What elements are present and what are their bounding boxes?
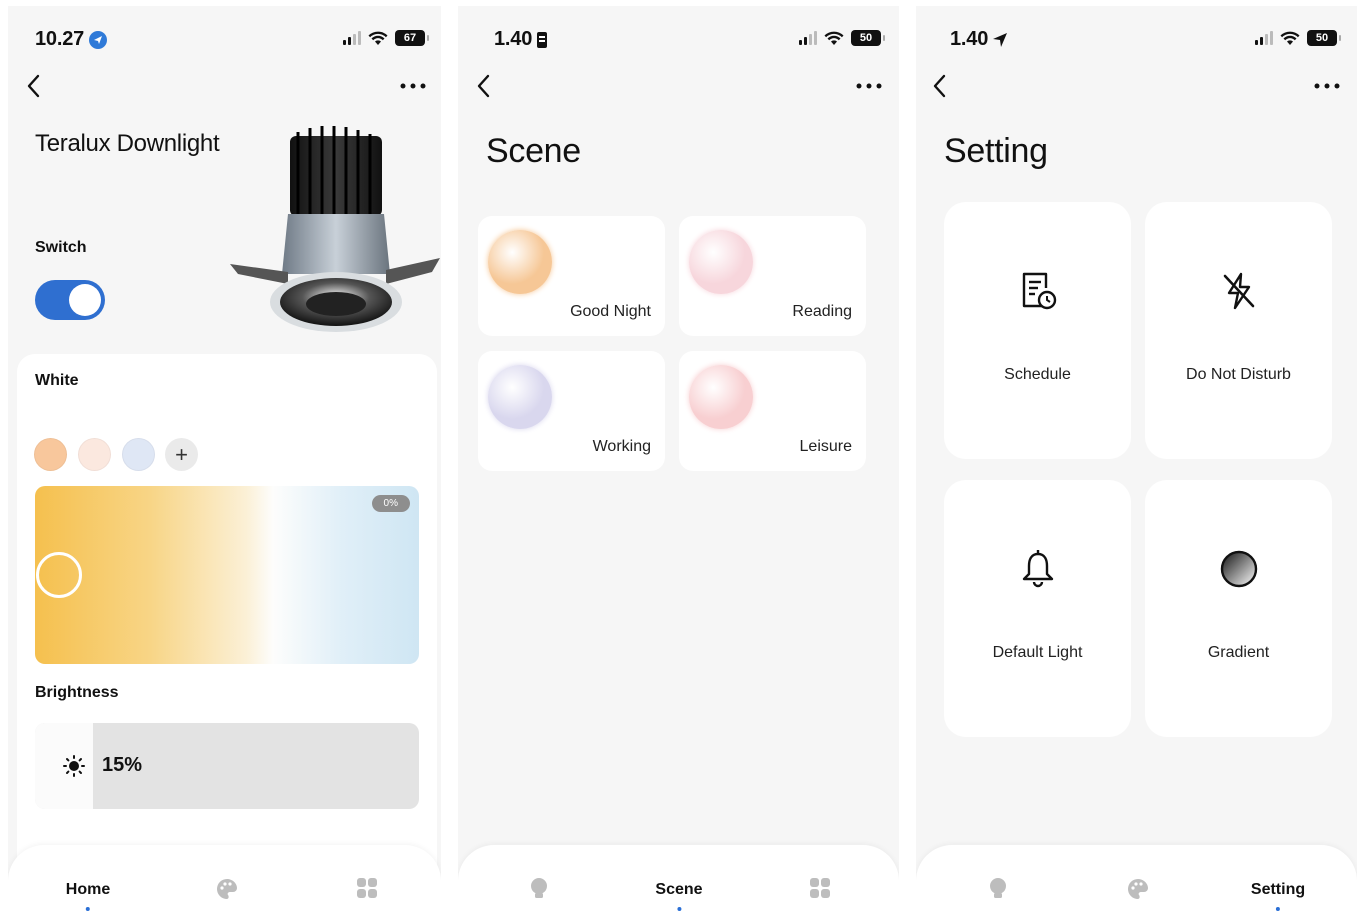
setting-card-do-not-disturb[interactable]: Do Not Disturb bbox=[1145, 202, 1332, 459]
preset-color-1[interactable] bbox=[34, 438, 67, 471]
battery-icon: 50 bbox=[1307, 30, 1341, 46]
battery-icon: 50 bbox=[851, 30, 885, 46]
status-time: 1.40 bbox=[494, 28, 548, 51]
active-tab-indicator bbox=[676, 907, 681, 911]
scene-orb bbox=[488, 365, 552, 429]
more-icon[interactable] bbox=[1313, 74, 1341, 98]
scene-card-working[interactable]: Working bbox=[478, 351, 665, 471]
bell-icon bbox=[1022, 550, 1053, 588]
brightness-value: 15% bbox=[102, 754, 143, 776]
scene-card-reading[interactable]: Reading bbox=[679, 216, 866, 336]
status-bar: 10.27 67 bbox=[8, 26, 441, 52]
page-title: Setting bbox=[944, 132, 1048, 170]
schedule-icon bbox=[1022, 272, 1056, 310]
tab-bar: Scene bbox=[458, 845, 899, 915]
gradient-icon bbox=[1220, 550, 1257, 588]
back-icon[interactable] bbox=[22, 72, 46, 100]
scene-label: Reading bbox=[792, 303, 852, 320]
setting-screen: 1.40 50 Setting Schedule Do Not Disturb bbox=[916, 6, 1357, 915]
power-toggle[interactable] bbox=[35, 280, 105, 320]
active-tab-indicator bbox=[85, 907, 90, 911]
home-screen: 10.27 67 Teralux Downlight Switch White … bbox=[8, 6, 441, 915]
setting-label: Default Light bbox=[992, 644, 1083, 661]
scene-orb bbox=[689, 230, 753, 294]
switch-label: Switch bbox=[35, 239, 87, 256]
wifi-icon bbox=[1280, 31, 1300, 45]
no-disturb-icon bbox=[1223, 272, 1254, 310]
add-preset-button[interactable]: + bbox=[165, 438, 198, 471]
bulb-icon bbox=[531, 878, 547, 898]
grid-icon bbox=[810, 878, 830, 898]
palette-icon bbox=[217, 879, 237, 899]
scene-screen: 1.40 50 Scene Good Night Reading Working… bbox=[458, 6, 899, 915]
battery-icon: 67 bbox=[395, 30, 429, 46]
more-icon[interactable] bbox=[399, 74, 427, 98]
color-temperature-picker[interactable]: 0% bbox=[35, 486, 419, 664]
tab-home[interactable]: Home bbox=[66, 881, 110, 911]
signal-icon bbox=[343, 31, 361, 45]
bulb-icon bbox=[990, 878, 1006, 898]
scene-orb bbox=[488, 230, 552, 294]
tab-home[interactable] bbox=[529, 877, 549, 901]
device-title: Teralux Downlight bbox=[35, 130, 220, 157]
back-icon[interactable] bbox=[472, 72, 496, 100]
setting-label: Schedule bbox=[1004, 366, 1071, 383]
downlight-product-image bbox=[230, 126, 440, 332]
setting-card-gradient[interactable]: Gradient bbox=[1145, 480, 1332, 737]
wifi-icon bbox=[368, 31, 388, 45]
id-badge-icon bbox=[537, 31, 548, 48]
tab-setting[interactable] bbox=[356, 877, 378, 899]
back-icon[interactable] bbox=[928, 72, 952, 100]
status-time: 1.40 bbox=[950, 28, 1008, 51]
status-bar: 1.40 50 bbox=[916, 26, 1357, 52]
tab-setting[interactable] bbox=[809, 877, 831, 899]
location-arrow-icon bbox=[993, 32, 1008, 47]
status-bar: 1.40 50 bbox=[458, 26, 899, 52]
active-tab-indicator bbox=[1276, 907, 1280, 911]
scene-card-good-night[interactable]: Good Night bbox=[478, 216, 665, 336]
brightness-label: Brightness bbox=[35, 684, 119, 701]
palette-icon bbox=[1128, 879, 1148, 899]
setting-label: Do Not Disturb bbox=[1186, 366, 1291, 383]
preset-color-3[interactable] bbox=[122, 438, 155, 471]
white-label: White bbox=[35, 372, 79, 389]
grid-icon bbox=[357, 878, 377, 898]
tab-scene[interactable] bbox=[215, 877, 239, 901]
tab-scene[interactable]: Scene bbox=[655, 881, 703, 911]
scene-orb bbox=[689, 365, 753, 429]
color-picker-handle[interactable] bbox=[36, 552, 82, 598]
page-title: Scene bbox=[486, 132, 581, 170]
setting-label: Gradient bbox=[1207, 644, 1270, 661]
scene-label: Working bbox=[592, 438, 651, 455]
tab-scene[interactable] bbox=[1126, 877, 1150, 901]
scene-label: Leisure bbox=[799, 438, 852, 455]
scene-card-leisure[interactable]: Leisure bbox=[679, 351, 866, 471]
cct-percent-badge: 0% bbox=[371, 495, 410, 512]
tab-setting[interactable]: Setting bbox=[1251, 881, 1305, 911]
wifi-icon bbox=[824, 31, 844, 45]
location-badge-icon bbox=[89, 30, 108, 49]
preset-color-2[interactable] bbox=[78, 438, 111, 471]
brightness-slider[interactable]: 15% bbox=[35, 723, 419, 809]
sun-icon bbox=[63, 755, 85, 777]
signal-icon bbox=[799, 31, 817, 45]
scene-label: Good Night bbox=[570, 303, 651, 320]
setting-card-default-light[interactable]: Default Light bbox=[944, 480, 1131, 737]
tab-home[interactable] bbox=[988, 877, 1008, 901]
setting-card-schedule[interactable]: Schedule bbox=[944, 202, 1131, 459]
tab-bar: Home bbox=[8, 845, 441, 915]
more-icon[interactable] bbox=[855, 74, 883, 98]
status-time: 10.27 bbox=[35, 28, 108, 51]
tab-bar: Setting bbox=[916, 845, 1357, 915]
signal-icon bbox=[1255, 31, 1273, 45]
